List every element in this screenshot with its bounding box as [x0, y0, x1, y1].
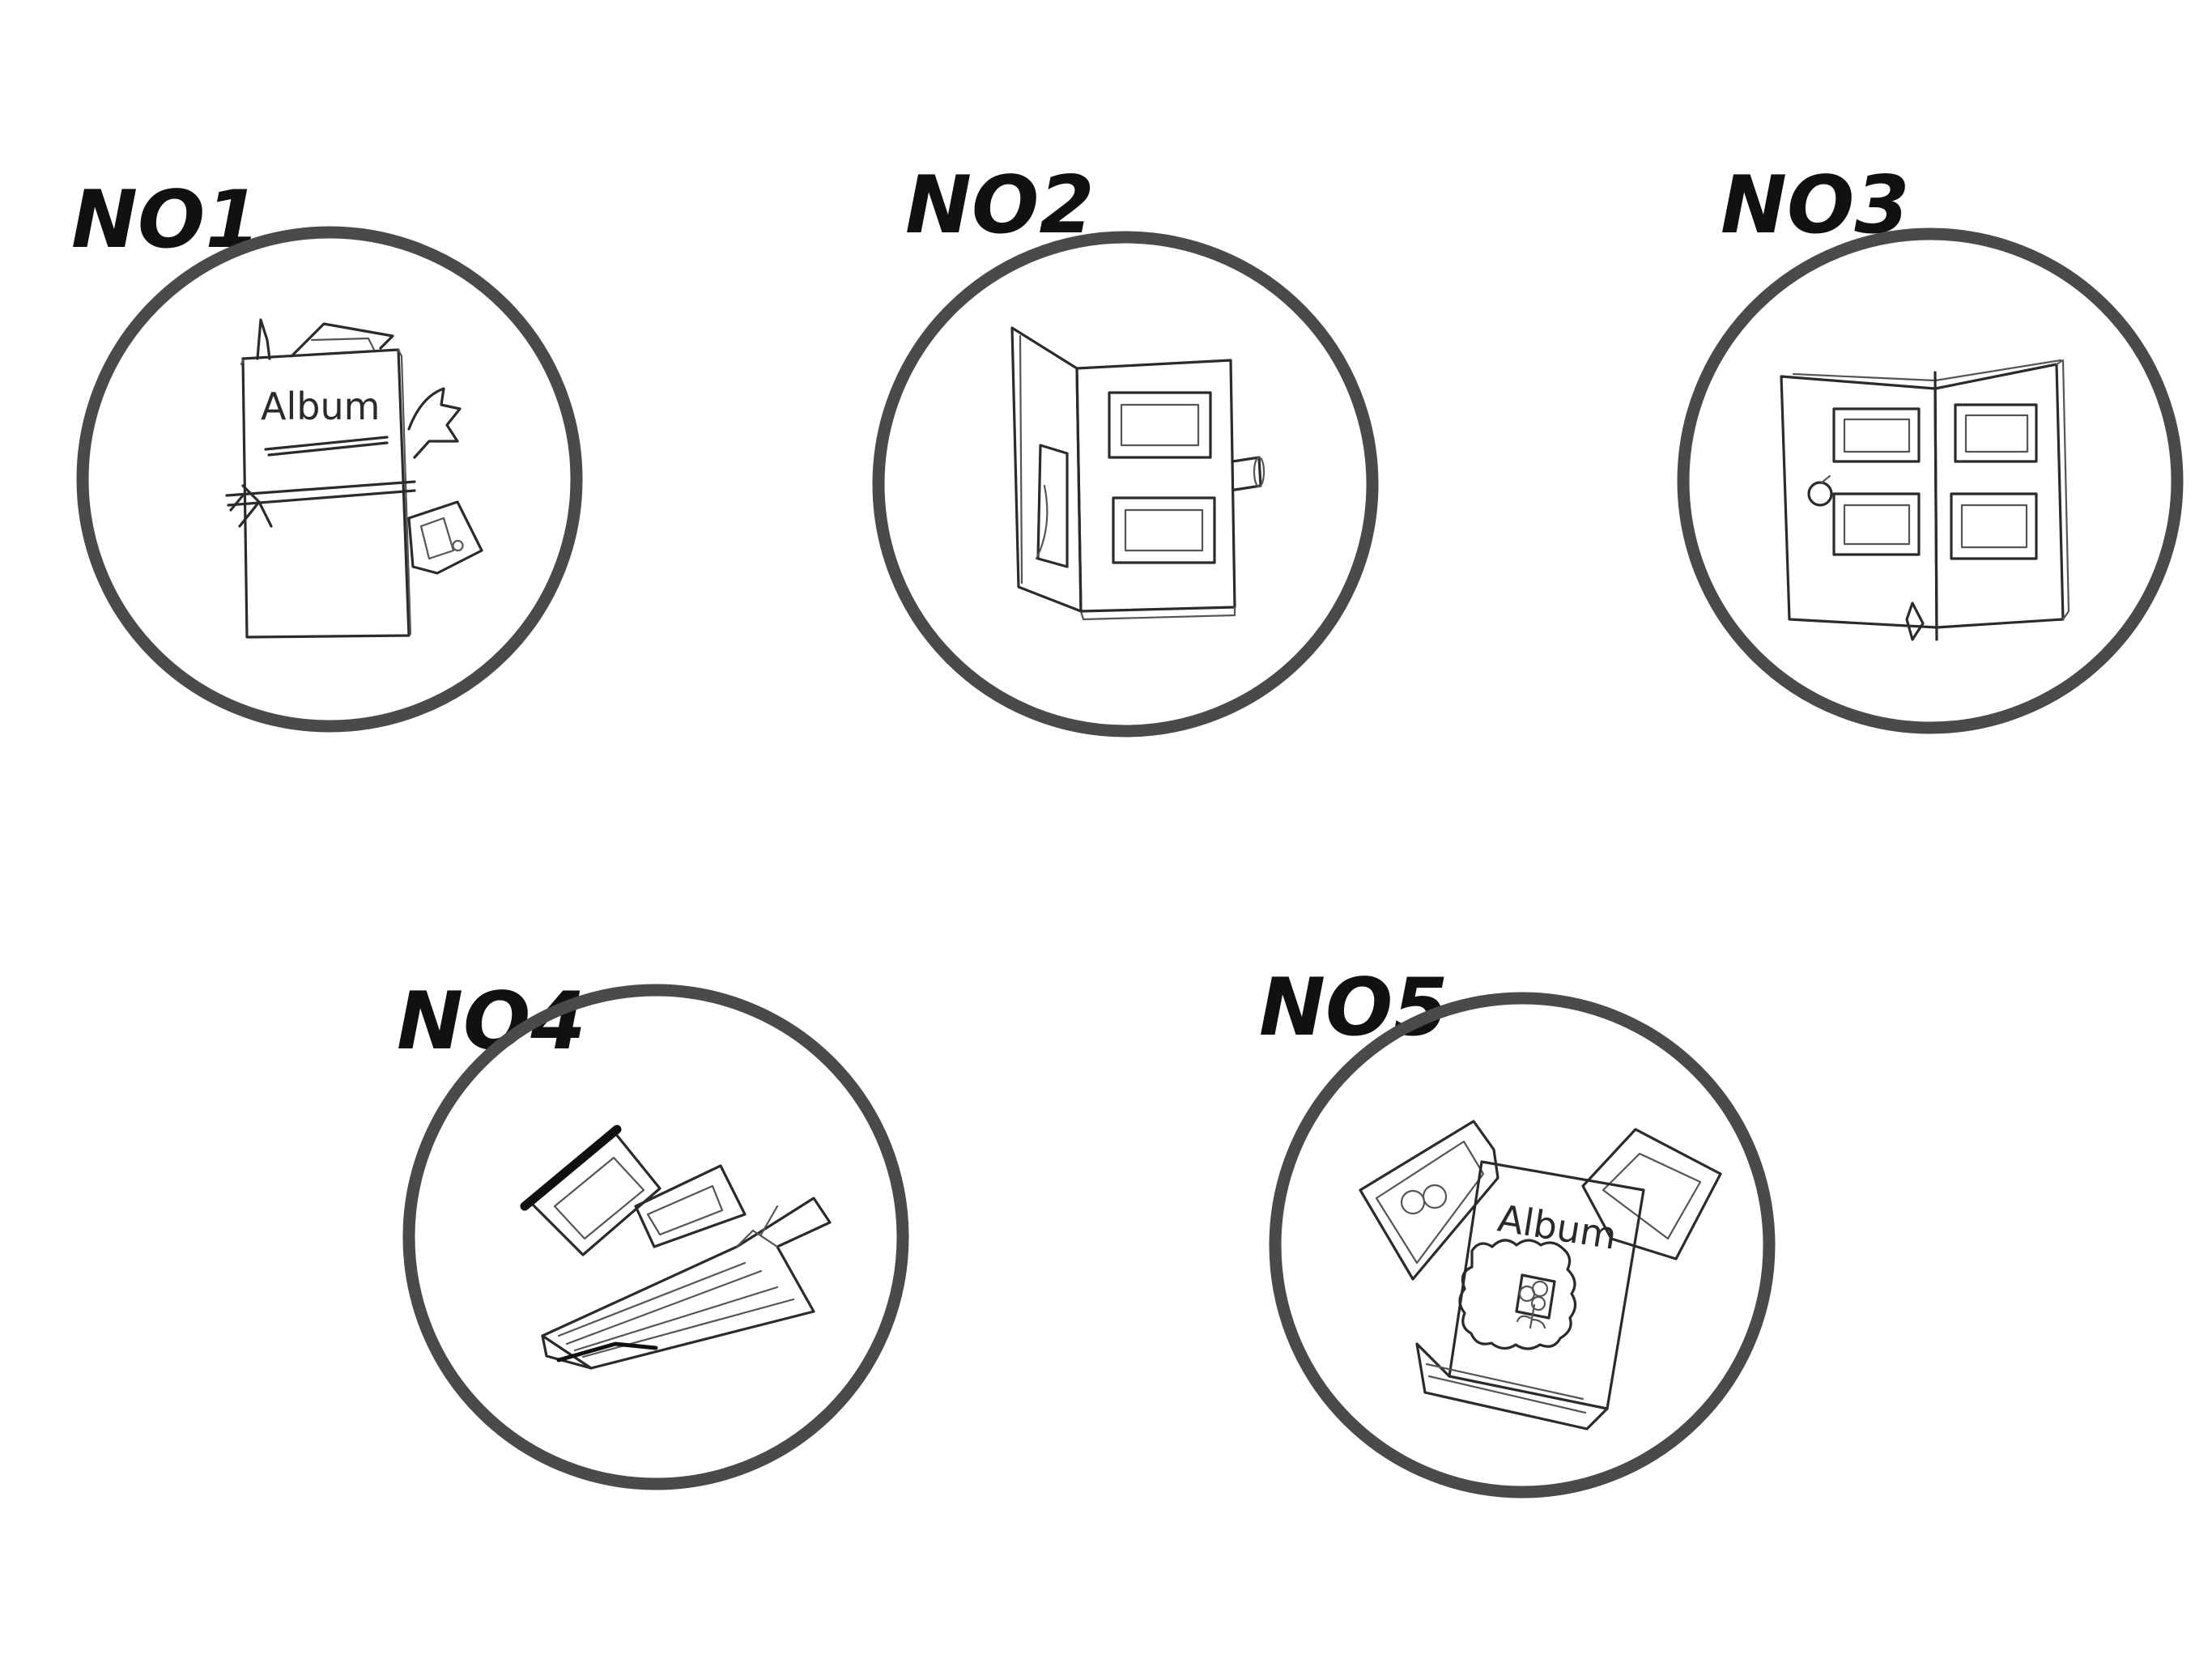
sketch-no4: NO4 — [397, 976, 909, 1490]
sketch-sheet: NO1 Album NO2 NO3 NO4 NO5 Album — [71, 159, 2184, 1499]
album-cover-text-no1: Album — [261, 385, 380, 428]
sketch-circle-no4 — [402, 984, 909, 1490]
sketch-no5: NO5 Album — [1259, 962, 1776, 1499]
open-folder-album-icon — [1010, 326, 1266, 621]
bound-album-with-ribbon-icon: Album — [225, 318, 483, 639]
sketch-label-no5: NO5 — [1259, 962, 1448, 1054]
sketch-no1: NO1 Album — [71, 174, 583, 733]
album-box-with-photos-icon: Album — [1359, 1120, 1722, 1431]
sketch-circle-no5 — [1269, 992, 1776, 1499]
sketch-no2: NO2 — [872, 159, 1379, 738]
sketch-circle-no3 — [1677, 227, 2184, 734]
sketch-circle-no1 — [76, 226, 583, 733]
open-spread-album-icon — [1780, 359, 2070, 641]
sketch-circle-no2 — [872, 231, 1379, 738]
sketch-no3: NO3 — [1677, 159, 2184, 734]
fanned-photo-book-icon — [520, 1124, 832, 1370]
sketch-label-no2: NO2 — [905, 159, 1095, 252]
album-cover-text-no5: Album — [1495, 1197, 1619, 1258]
